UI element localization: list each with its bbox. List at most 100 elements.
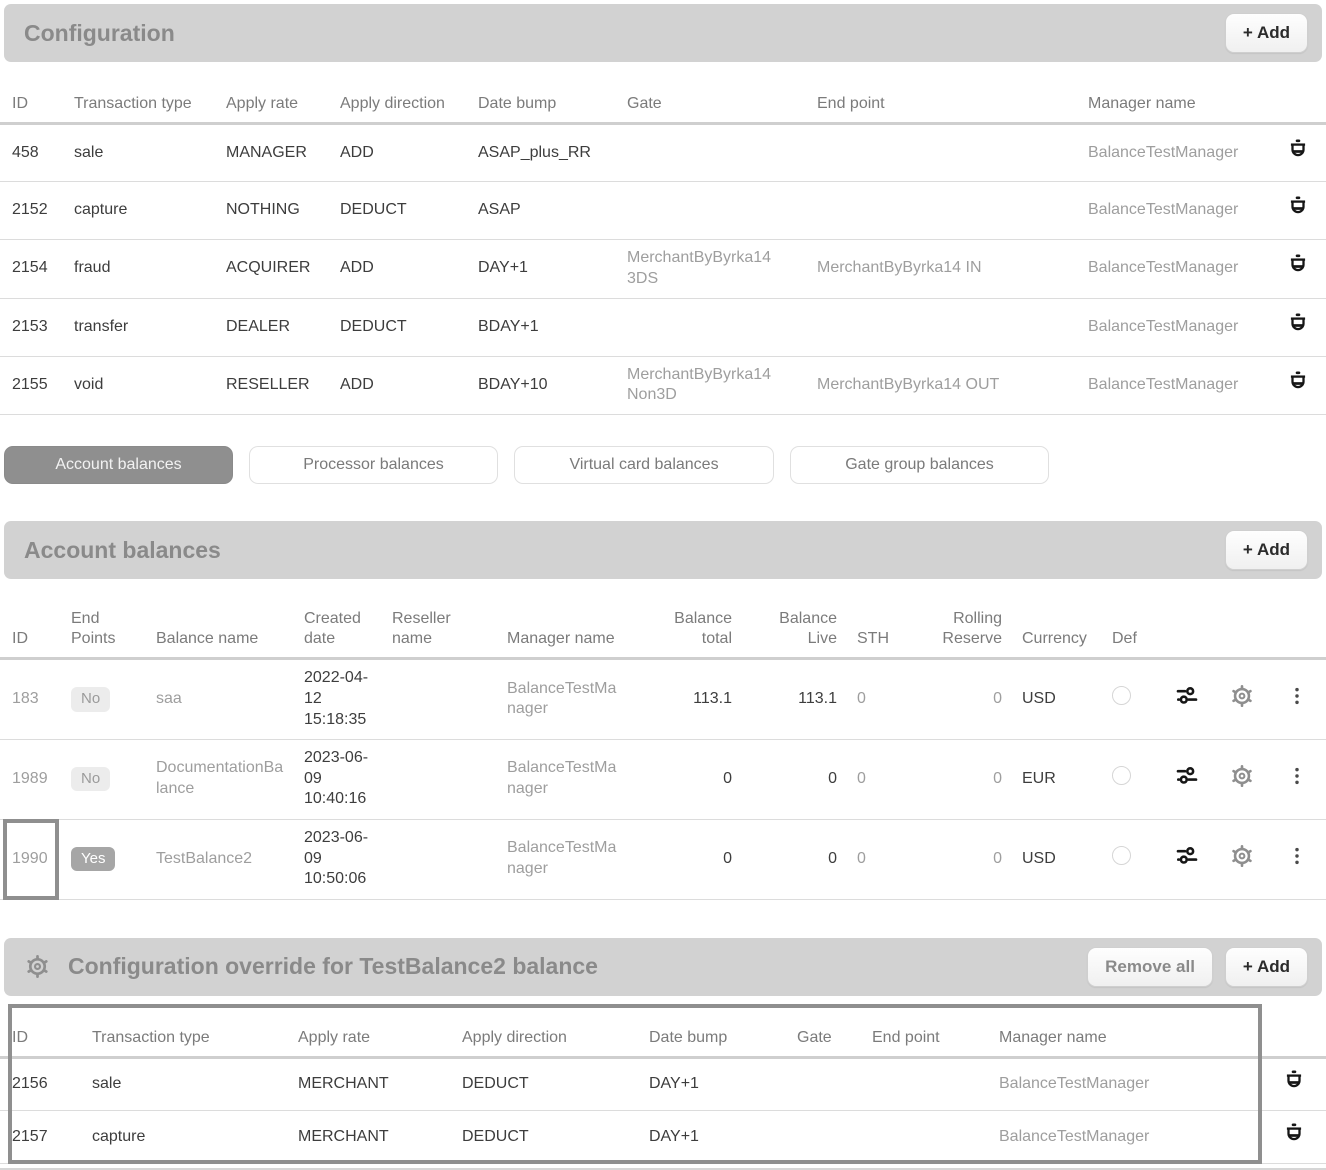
col-apply-direction: Apply direction [330, 86, 468, 124]
override-table: ID Transaction type Apply rate Apply dir… [0, 1004, 1326, 1165]
gear-icon[interactable] [1229, 763, 1255, 789]
default-radio[interactable] [1112, 846, 1131, 865]
cell-manager-name: BalanceTestManager [1078, 356, 1270, 415]
tab-virtual-card-balances[interactable]: Virtual card balances [514, 446, 774, 484]
cell-created-date: 2022-04-12 15:18:35 [294, 659, 382, 739]
col-def: Def [1102, 601, 1157, 659]
cell-date-bump: ASAP_plus_RR [468, 124, 617, 182]
cell-gate [617, 298, 807, 356]
override-table-wrap: ID Transaction type Apply rate Apply dir… [0, 1004, 1326, 1165]
cell-date-bump: ASAP [468, 182, 617, 240]
account-balances-add-button[interactable]: + Add [1225, 530, 1308, 570]
cell-balance-name: saa [146, 659, 294, 739]
cell-transaction-type: sale [82, 1058, 288, 1111]
cell-currency: USD [1012, 819, 1102, 899]
col-transaction-type: Transaction type [82, 1004, 288, 1058]
table-row: 2152 capture NOTHING DEDUCT ASAP Balance… [0, 182, 1326, 240]
cell-end-point [862, 1111, 989, 1164]
cell-gate [787, 1111, 862, 1164]
delete-icon[interactable] [1286, 370, 1310, 394]
remove-all-button[interactable]: Remove all [1087, 947, 1213, 987]
cell-balance-name: DocumentationBalance [146, 739, 294, 819]
cell-gate [617, 182, 807, 240]
cell-end-point [807, 298, 1078, 356]
gear-icon[interactable] [1229, 683, 1255, 709]
table-row: 183 No saa 2022-04-12 15:18:35 BalanceTe… [0, 659, 1326, 739]
cell-end-points: Yes [61, 819, 146, 899]
cell-manager-name: BalanceTestManager [1078, 298, 1270, 356]
account-balances-header-bar: Account balances + Add [4, 521, 1322, 579]
sliders-icon[interactable] [1175, 684, 1199, 708]
table-row: 2154 fraud ACQUIRER ADD DAY+1 MerchantBy… [0, 240, 1326, 299]
endpoints-badge: Yes [71, 847, 115, 872]
cell-balance-name: TestBalance2 [146, 819, 294, 899]
cell-balance-live: 113.1 [742, 659, 847, 739]
cell-apply-direction: ADD [330, 124, 468, 182]
delete-icon[interactable] [1286, 312, 1310, 336]
cell-end-point: MerchantByByrka14 OUT [807, 356, 1078, 415]
configuration-add-button[interactable]: + Add [1225, 13, 1308, 53]
gear-icon [24, 953, 51, 980]
cell-def [1102, 659, 1157, 739]
col-balance-live: Balance Live [742, 601, 847, 659]
cell-transaction-type: transfer [64, 298, 216, 356]
col-created-date: Created date [294, 601, 382, 659]
cell-apply-rate: DEALER [216, 298, 330, 356]
delete-icon[interactable] [1286, 195, 1310, 219]
kebab-menu-icon[interactable] [1286, 684, 1308, 708]
tab-gate-group-balances[interactable]: Gate group balances [790, 446, 1049, 484]
cell-balance-live: 0 [742, 819, 847, 899]
cell-manager-name: BalanceTestManager [989, 1111, 1262, 1164]
cell-date-bump: DAY+1 [639, 1111, 787, 1164]
override-title: Configuration override for TestBalance2 … [68, 953, 598, 980]
default-radio[interactable] [1112, 686, 1131, 705]
col-options [1267, 601, 1326, 659]
delete-icon[interactable] [1286, 253, 1310, 277]
cell-id: 2153 [0, 298, 64, 356]
cell-date-bump: DAY+1 [639, 1058, 787, 1111]
override-add-button[interactable]: + Add [1225, 947, 1308, 987]
kebab-menu-icon[interactable] [1286, 844, 1308, 868]
cell-apply-direction: DEDUCT [452, 1111, 639, 1164]
cell-end-points: No [61, 739, 146, 819]
col-limits [1157, 601, 1217, 659]
col-settings [1217, 601, 1267, 659]
sliders-icon[interactable] [1175, 844, 1199, 868]
cell-balance-total: 0 [627, 739, 742, 819]
cell-apply-rate: RESELLER [216, 356, 330, 415]
col-actions [1270, 86, 1326, 124]
cell-sth: 0 [847, 659, 907, 739]
balance-tabs: Account balances Processor balances Virt… [4, 446, 1326, 484]
delete-icon[interactable] [1282, 1069, 1306, 1093]
table-row: 2153 transfer DEALER DEDUCT BDAY+1 Balan… [0, 298, 1326, 356]
tab-account-balances[interactable]: Account balances [4, 446, 233, 484]
tab-processor-balances[interactable]: Processor balances [249, 446, 498, 484]
cell-apply-direction: DEDUCT [452, 1058, 639, 1111]
gear-icon[interactable] [1229, 843, 1255, 869]
col-rolling-reserve: Rolling Reserve [907, 601, 1012, 659]
col-apply-direction: Apply direction [452, 1004, 639, 1058]
cell-date-bump: DAY+1 [468, 240, 617, 299]
endpoints-badge: No [71, 767, 110, 792]
col-sth: STH [847, 601, 907, 659]
cell-apply-rate: MERCHANT [288, 1111, 452, 1164]
kebab-menu-icon[interactable] [1286, 764, 1308, 788]
cell-id: 458 [0, 124, 64, 182]
default-radio[interactable] [1112, 766, 1131, 785]
col-reseller-name: Reseller name [382, 601, 497, 659]
cell-manager-name: BalanceTestManager [1078, 240, 1270, 299]
cell-end-point: MerchantByByrka14 IN [807, 240, 1078, 299]
table-row: 1990 Yes TestBalance2 2023-06-09 10:50:0… [0, 819, 1326, 899]
cell-transaction-type: sale [64, 124, 216, 182]
col-end-point: End point [807, 86, 1078, 124]
sliders-icon[interactable] [1175, 764, 1199, 788]
cell-apply-rate: MANAGER [216, 124, 330, 182]
cell-manager-name: BalanceTestManager [1078, 182, 1270, 240]
col-date-bump: Date bump [468, 86, 617, 124]
delete-icon[interactable] [1282, 1122, 1306, 1146]
cell-gate [617, 124, 807, 182]
delete-icon[interactable] [1286, 138, 1310, 162]
col-id: ID [0, 601, 61, 659]
cell-def [1102, 819, 1157, 899]
cell-currency: EUR [1012, 739, 1102, 819]
